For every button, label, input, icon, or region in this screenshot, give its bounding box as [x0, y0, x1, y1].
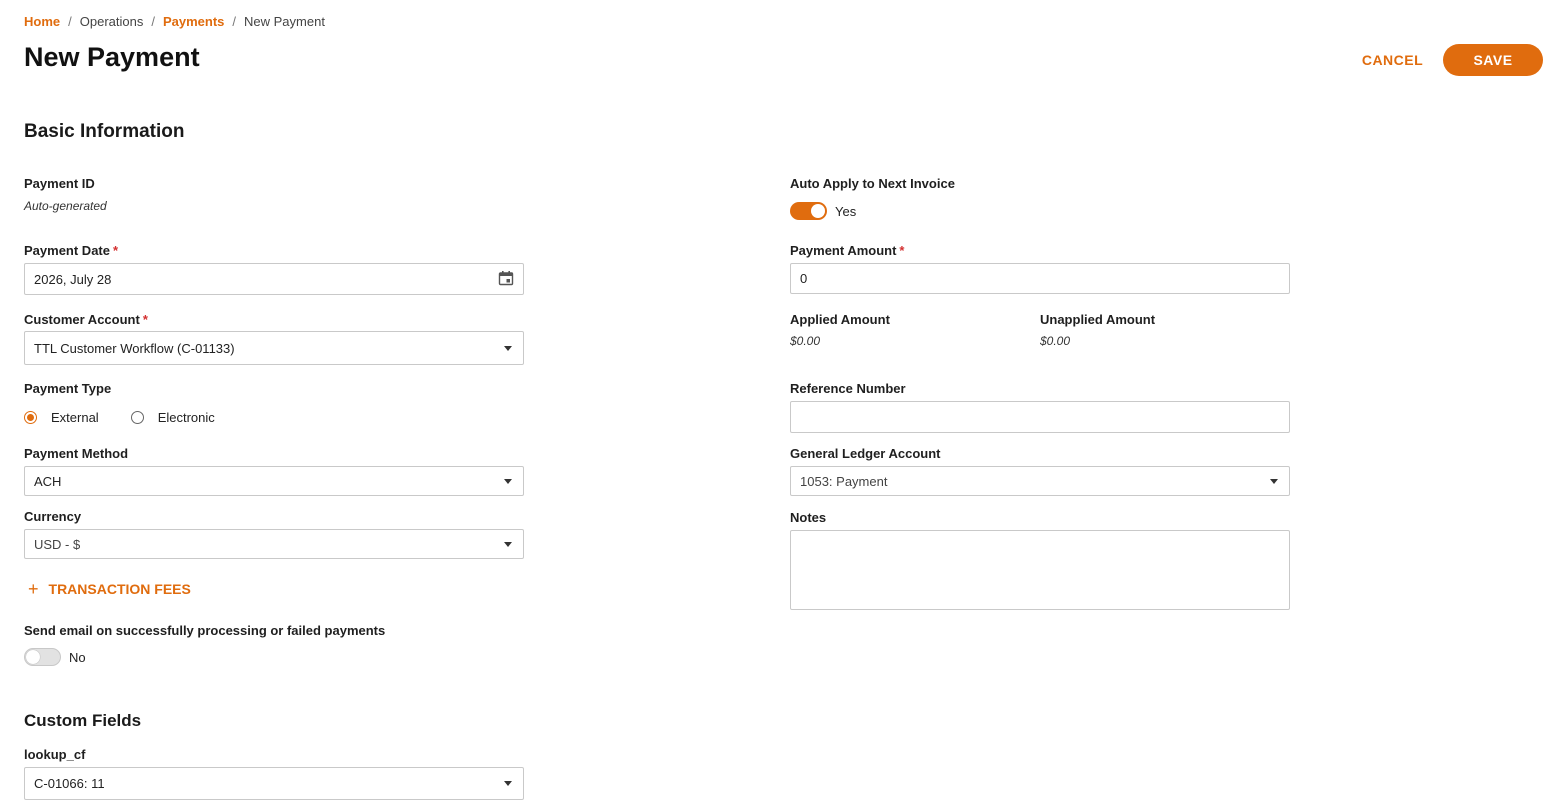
breadcrumb-current: New Payment	[244, 14, 325, 29]
chevron-down-icon	[504, 345, 512, 351]
calendar-icon[interactable]	[498, 270, 514, 289]
lookup-cf-value: C-01066: 11	[34, 776, 105, 791]
chevron-down-icon	[504, 541, 512, 547]
auto-apply-toggle[interactable]	[790, 202, 827, 220]
required-marker: *	[899, 243, 905, 258]
custom-fields-heading: Custom Fields	[24, 711, 142, 730]
save-button[interactable]: SAVE	[1443, 44, 1543, 76]
payment-type-label: Payment Type	[24, 381, 112, 396]
currency-value: USD - $	[34, 536, 81, 552]
payment-amount-value: 0	[800, 271, 808, 286]
payment-method-select[interactable]: ACH	[24, 466, 524, 496]
auto-apply-toggle-row: Yes	[790, 202, 856, 220]
transaction-fees-button[interactable]: + TRANSACTION FEES	[28, 580, 191, 598]
auto-apply-state: Yes	[835, 203, 857, 219]
breadcrumb-separator: /	[151, 14, 155, 29]
basic-information-heading: Basic Information	[24, 121, 185, 142]
customer-account-select[interactable]: TTL Customer Workflow (C-01133)	[24, 331, 524, 365]
payment-date-value: 2026, July 28	[34, 271, 112, 287]
unapplied-amount-label: Unapplied Amount	[1040, 312, 1156, 327]
notes-textarea[interactable]	[790, 530, 1290, 610]
payment-amount-input[interactable]: 0	[790, 263, 1290, 294]
payment-type-radio-group: External Electronic	[24, 410, 215, 425]
breadcrumb-payments-link[interactable]: Payments	[163, 14, 224, 29]
customer-account-value: TTL Customer Workflow (C-01133)	[34, 340, 235, 356]
breadcrumb-operations: Operations	[79, 14, 144, 29]
payment-date-input[interactable]: 2026, July 28	[24, 263, 524, 295]
gl-account-value: 1053: Payment	[800, 473, 888, 489]
payment-id-label: Payment ID	[24, 176, 95, 191]
customer-account-label-text: Customer Account	[24, 312, 140, 327]
payment-type-external-radio[interactable]	[24, 411, 37, 424]
payment-method-value: ACH	[34, 473, 62, 489]
send-email-toggle[interactable]	[24, 648, 61, 666]
auto-apply-label: Auto Apply to Next Invoice	[790, 176, 955, 191]
unapplied-amount-value: $0.00	[1040, 334, 1071, 348]
lookup-cf-select[interactable]: C-01066: 11	[24, 767, 524, 800]
required-marker: *	[112, 243, 119, 258]
breadcrumb-separator: /	[232, 14, 237, 29]
chevron-down-icon	[1270, 478, 1278, 484]
payment-amount-label: Payment Amount *	[790, 243, 904, 258]
toggle-knob	[811, 204, 825, 218]
cancel-button[interactable]: CANCEL	[1350, 44, 1435, 76]
payment-date-label-text: Payment Date	[24, 243, 110, 258]
notes-label: Notes	[790, 510, 827, 525]
plus-icon: +	[28, 579, 39, 599]
reference-number-input[interactable]	[790, 401, 1290, 433]
currency-select[interactable]: USD - $	[24, 529, 524, 559]
gl-account-select[interactable]: 1053: Payment	[790, 466, 1290, 496]
payment-method-label: Payment Method	[24, 446, 129, 461]
currency-label: Currency	[24, 509, 82, 524]
chevron-down-icon	[504, 478, 512, 484]
required-marker: *	[142, 312, 148, 327]
payment-id-value: Auto-generated	[24, 199, 107, 213]
payment-type-external-label[interactable]: External	[51, 410, 99, 425]
payment-amount-label-text: Payment Amount	[790, 243, 897, 258]
chevron-down-icon	[504, 781, 512, 786]
transaction-fees-label: TRANSACTION FEES	[48, 581, 191, 597]
send-email-label: Send email on successfully processing or…	[24, 623, 386, 638]
page-title: New Payment	[24, 42, 200, 72]
applied-amount-label: Applied Amount	[790, 312, 890, 327]
send-email-toggle-row: No	[24, 648, 86, 666]
payment-type-electronic-label[interactable]: Electronic	[158, 410, 215, 425]
payment-type-electronic-radio[interactable]	[130, 411, 144, 424]
breadcrumb: Home / Operations / Payments / New Payme…	[24, 14, 325, 29]
reference-number-label: Reference Number	[790, 381, 906, 396]
toggle-knob	[26, 650, 40, 664]
applied-amount-value: $0.00	[790, 334, 821, 348]
gl-account-label: General Ledger Account	[790, 446, 941, 461]
breadcrumb-home-link[interactable]: Home	[24, 14, 60, 29]
payment-date-label: Payment Date *	[24, 243, 118, 258]
send-email-state: No	[69, 649, 86, 665]
customer-account-label: Customer Account *	[24, 312, 148, 327]
lookup-cf-label: lookup_cf	[24, 747, 86, 762]
breadcrumb-separator: /	[68, 14, 72, 29]
